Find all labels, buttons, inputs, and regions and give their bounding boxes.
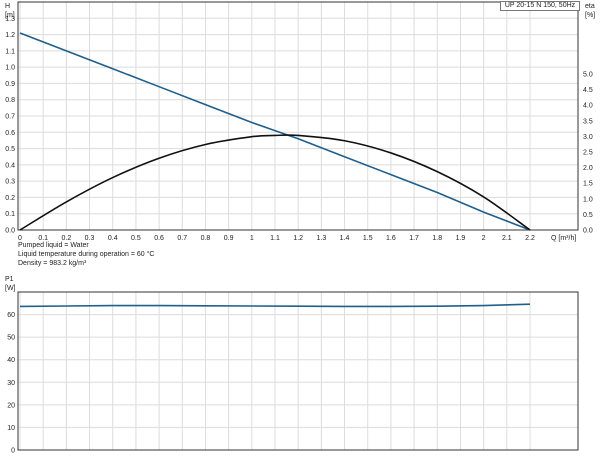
h-tick-label: 0.4 [5, 162, 15, 169]
p1-tick-label: 60 [7, 312, 15, 319]
p1-axis-label-2: [W] [5, 285, 16, 292]
top-chart-ticks: 0 0.1 0.2 0.3 0.4 0.5 0.6 0.7 0.8 0.9 1 1.1 1.2 1.3 1.… [5, 16, 593, 242]
q-tick-label: 1.6 [386, 235, 396, 242]
q-tick-label: 0.6 [154, 235, 164, 242]
q-tick-label: 1 [250, 235, 254, 242]
p1-tick-label: 30 [7, 380, 15, 387]
q-tick-label: 0.7 [177, 235, 187, 242]
q-tick-label: 0.5 [131, 235, 141, 242]
bottom-chart-grid [17, 291, 579, 451]
eta-tick-label: 4.0 [583, 103, 593, 110]
eta-tick-label: 5.0 [583, 72, 593, 79]
h-tick-label: 0.7 [5, 114, 15, 121]
q-tick-label: 0.9 [224, 235, 234, 242]
h-tick-label: 0.6 [5, 130, 15, 137]
h-tick-label: 0.1 [5, 211, 15, 218]
bottom-chart-ticks: 0 10 20 30 40 50 60 [7, 312, 15, 454]
top-chart-grid [17, 1, 579, 231]
q-tick-label: 2 [482, 235, 486, 242]
q-tick-label: 1.1 [270, 235, 280, 242]
q-tick-label: 0.8 [201, 235, 211, 242]
p1-axis-label-1: P1 [5, 276, 14, 283]
pump-model-title: UP 20-15 N 150, 50Hz [500, 1, 580, 11]
h-axis-label-2: [m] [5, 12, 15, 19]
eta-tick-label: 2.5 [583, 150, 593, 157]
eta-axis-label-2: [%] [585, 12, 595, 19]
p1-tick-label: 10 [7, 425, 15, 432]
p1-tick-label: 40 [7, 357, 15, 364]
h-axis-label-1: H [5, 3, 10, 10]
p1-tick-label: 0 [11, 448, 15, 455]
q-tick-label: 1.2 [293, 235, 303, 242]
q-tick-label: 1.4 [340, 235, 350, 242]
eta-tick-label: 0.0 [583, 228, 593, 235]
q-tick-label: 1.7 [409, 235, 419, 242]
q-axis-label: Q [m³/h] [551, 235, 576, 242]
eta-axis-label-1: eta [585, 3, 595, 10]
q-tick-label: 1.5 [363, 235, 373, 242]
h-tick-label: 1.0 [5, 65, 15, 72]
h-tick-label: 0.8 [5, 97, 15, 104]
note-pumped-liquid: Pumped liquid = Water [18, 242, 89, 249]
h-tick-label: 0.0 [5, 228, 15, 235]
h-tick-label: 0.3 [5, 179, 15, 186]
eta-tick-label: 0.5 [583, 212, 593, 219]
eta-tick-label: 4.5 [583, 87, 593, 94]
p1-tick-label: 50 [7, 335, 15, 342]
q-tick-label: 1.3 [316, 235, 326, 242]
h-tick-label: 0.5 [5, 146, 15, 153]
q-tick-label: 2.2 [525, 235, 535, 242]
p1-tick-label: 20 [7, 402, 15, 409]
eta-tick-label: 2.0 [583, 165, 593, 172]
q-tick-label: 1.9 [456, 235, 466, 242]
eta-tick-label: 1.5 [583, 181, 593, 188]
h-tick-label: 1.1 [5, 48, 15, 55]
q-tick-label: 1.8 [432, 235, 442, 242]
eta-tick-label: 1.0 [583, 196, 593, 203]
pump-performance-chart: 0 0.1 0.2 0.3 0.4 0.5 0.6 0.7 0.8 0.9 1 1.1 1.2 1.3 1.… [5, 1, 595, 455]
note-density: Density = 983.2 kg/m³ [18, 260, 87, 267]
q-tick-label: 2.1 [502, 235, 512, 242]
h-tick-label: 0.9 [5, 81, 15, 88]
q-tick-label: 0.4 [108, 235, 118, 242]
note-liquid-temperature: Liquid temperature during operation = 60… [18, 251, 155, 258]
eta-tick-label: 3.5 [583, 118, 593, 125]
eta-tick-label: 3.0 [583, 134, 593, 141]
h-tick-label: 1.2 [5, 32, 15, 39]
h-tick-label: 0.2 [5, 195, 15, 202]
